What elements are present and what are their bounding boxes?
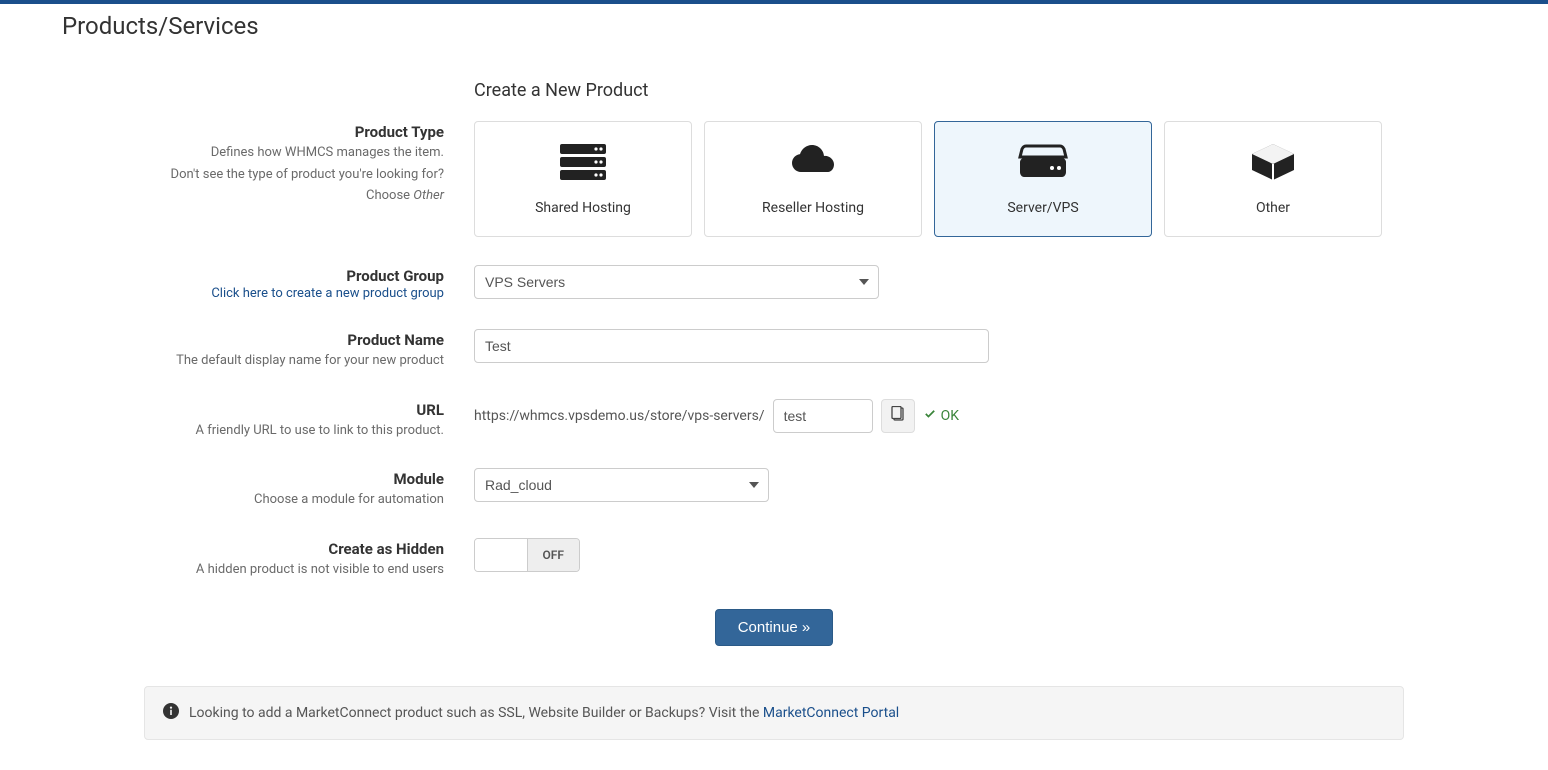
product-type-label: Reseller Hosting: [762, 200, 864, 216]
server-icon: [558, 142, 608, 188]
hint-hidden: A hidden product is not visible to end u…: [144, 560, 444, 580]
page-title: Products/Services: [62, 4, 1484, 50]
input-product-name[interactable]: [474, 329, 989, 363]
hint-module: Choose a module for automation: [144, 490, 444, 510]
hint-product-type-3: Choose Other: [144, 186, 444, 206]
select-product-group[interactable]: VPS Servers: [474, 265, 879, 299]
label-product-group: Product Group: [144, 267, 444, 285]
marketconnect-banner: Looking to add a MarketConnect product s…: [144, 686, 1404, 740]
hdd-icon: [1018, 142, 1068, 188]
toggle-hidden[interactable]: OFF: [474, 538, 580, 572]
label-hidden: Create as Hidden: [144, 540, 444, 558]
label-url: URL: [144, 401, 444, 419]
copy-url-button[interactable]: [881, 399, 915, 433]
product-type-server-vps[interactable]: Server/VPS: [934, 121, 1152, 237]
label-product-type: Product Type: [144, 123, 444, 141]
hint-product-type-1: Defines how WHMCS manages the item.: [144, 143, 444, 163]
select-module[interactable]: Rad_cloud: [474, 468, 769, 502]
check-icon: [923, 407, 937, 425]
continue-button[interactable]: Continue »: [715, 609, 834, 646]
cloud-icon: [788, 142, 838, 188]
input-url-slug[interactable]: [773, 399, 873, 433]
product-type-label: Other: [1256, 200, 1290, 216]
label-module: Module: [144, 470, 444, 488]
product-type-shared[interactable]: Shared Hosting: [474, 121, 692, 237]
url-base: https://whmcs.vpsdemo.us/store/vps-serve…: [474, 408, 765, 424]
product-type-cards: Shared Hosting Reseller Hosting Server/V…: [474, 121, 1404, 237]
product-type-other[interactable]: Other: [1164, 121, 1382, 237]
hint-product-name: The default display name for your new pr…: [144, 351, 444, 371]
hint-url: A friendly URL to use to link to this pr…: [144, 421, 444, 441]
link-marketconnect-portal[interactable]: MarketConnect Portal: [763, 705, 899, 721]
link-create-product-group[interactable]: Click here to create a new product group: [211, 286, 444, 301]
section-title: Create a New Product: [474, 80, 1404, 101]
info-icon: [163, 703, 179, 723]
toggle-knob: [475, 539, 527, 571]
cube-icon: [1248, 142, 1298, 188]
label-product-name: Product Name: [144, 331, 444, 349]
toggle-state: OFF: [527, 539, 580, 571]
clipboard-icon: [890, 406, 906, 425]
product-type-reseller[interactable]: Reseller Hosting: [704, 121, 922, 237]
product-type-label: Server/VPS: [1007, 200, 1078, 216]
hint-product-type-2: Don't see the type of product you're loo…: [144, 165, 444, 185]
product-type-label: Shared Hosting: [535, 200, 631, 216]
banner-text: Looking to add a MarketConnect product s…: [189, 705, 763, 721]
url-status: OK: [923, 407, 959, 425]
